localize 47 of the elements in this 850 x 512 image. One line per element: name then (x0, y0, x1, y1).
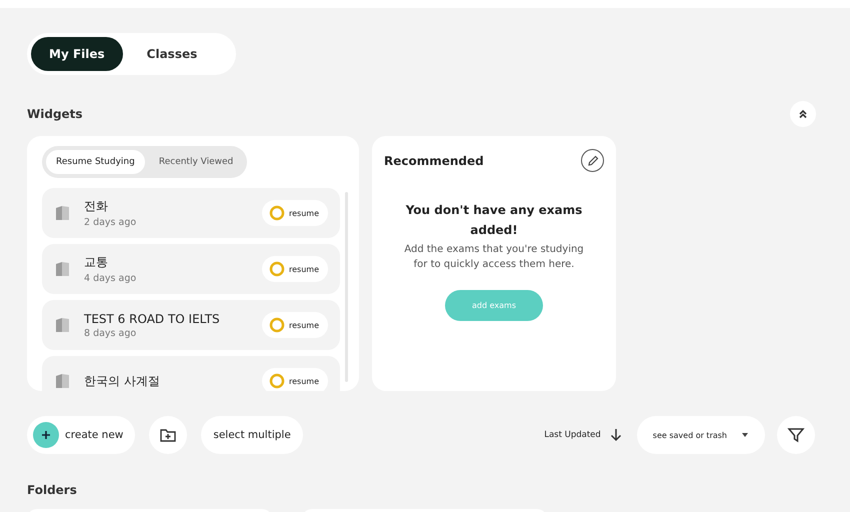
resume-button[interactable]: resume (262, 368, 328, 391)
widget-tab[interactable]: Resume Studying (46, 150, 145, 174)
caret-icon (741, 432, 749, 438)
section-title: Folders (27, 483, 78, 497)
filter-button[interactable] (777, 416, 815, 454)
filter-icon (787, 426, 805, 444)
card-title: Recommended (384, 154, 484, 168)
progress-ring-icon (269, 205, 285, 221)
folder-plus-icon (159, 427, 178, 443)
study-item[interactable]: TEST 6 ROAD TO IELTS 8 days ago resume (42, 300, 340, 350)
item-title: 교통 (84, 254, 109, 271)
sort-button[interactable]: Last Updated (544, 428, 623, 442)
document-icon (54, 260, 72, 278)
item-title: 전화 (84, 198, 109, 215)
progress-ring-icon (269, 373, 285, 389)
arrow-down-icon (608, 428, 623, 442)
new-folder-button[interactable] (149, 416, 188, 454)
study-item[interactable]: 교통 4 days ago resume (42, 244, 340, 294)
create-new-button[interactable]: create new (27, 416, 136, 454)
study-item[interactable]: 전화 2 days ago resume (42, 188, 340, 238)
view-tab[interactable]: Classes (128, 37, 216, 71)
study-item[interactable]: 한국의 사계절 resume (42, 356, 340, 391)
item-time: 2 days ago (84, 217, 138, 228)
edit-button[interactable] (581, 149, 604, 172)
empty-heading: You don't have any exams added! (404, 202, 584, 239)
resume-button[interactable]: resume (262, 200, 328, 226)
document-icon (54, 204, 72, 222)
empty-text: Add the exams that you're studying for to quickly access them here. (403, 243, 585, 272)
document-icon (54, 316, 72, 334)
document-icon (54, 372, 72, 390)
collapse-button[interactable] (790, 101, 816, 127)
item-time: 4 days ago (84, 273, 138, 284)
double-chevron-up-icon (798, 109, 808, 119)
pencil-icon (586, 154, 598, 166)
select-multiple-button[interactable]: select multiple (201, 416, 303, 454)
progress-ring-icon (269, 261, 285, 277)
section-title: Widgets (27, 107, 83, 121)
item-title: TEST 6 ROAD TO IELTS (84, 312, 221, 326)
item-title: 한국의 사계절 (84, 372, 161, 390)
item-time: 8 days ago (84, 328, 138, 338)
widget-tab[interactable]: Recently Viewed (148, 150, 244, 174)
view-tab[interactable]: My Files (31, 37, 123, 71)
progress-ring-icon (269, 317, 285, 333)
resume-button[interactable]: resume (262, 312, 328, 338)
resume-button[interactable]: resume (262, 256, 328, 282)
saved-trash-dropdown[interactable]: see saved or trash (636, 416, 765, 454)
plus-icon (33, 422, 59, 448)
